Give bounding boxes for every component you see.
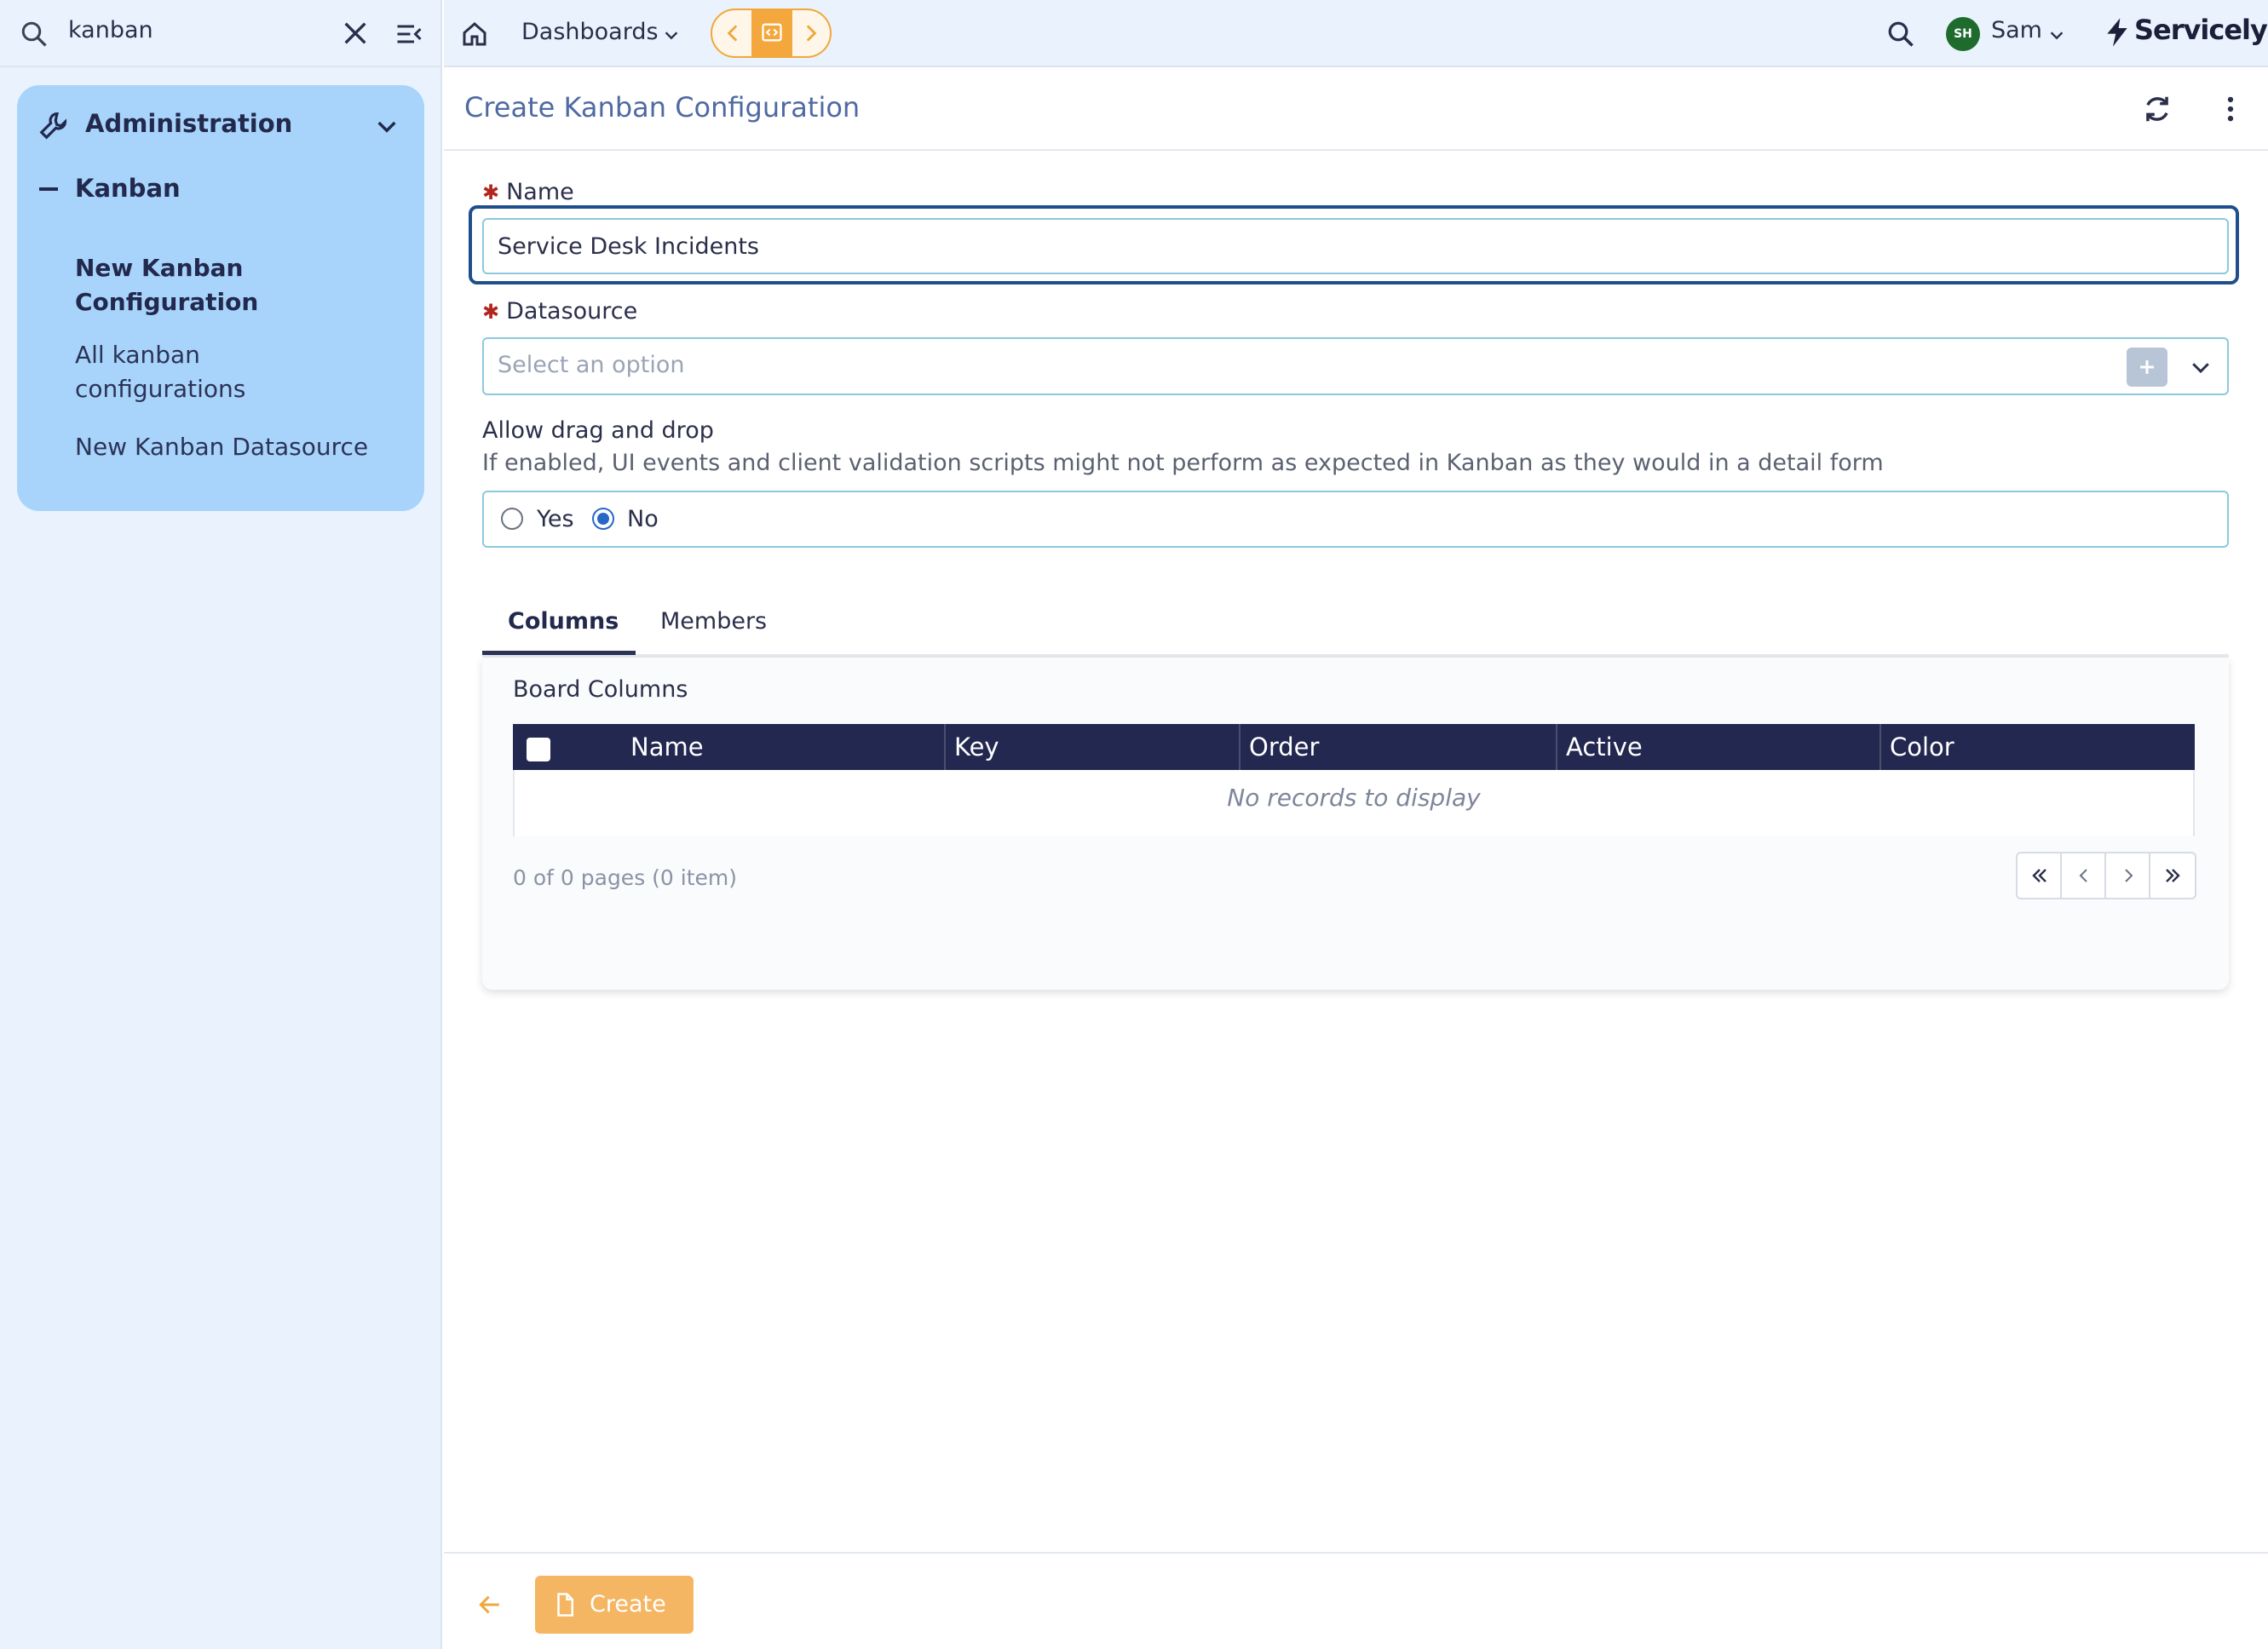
form-footer: Create <box>444 1552 2268 1649</box>
chevrons-left-icon <box>2032 869 2046 882</box>
sidebar-item-label: Configuration <box>75 288 259 316</box>
board-columns-table: Name Key Order Active Color No records t… <box>513 724 2195 836</box>
datasource-label: ✱ Datasource <box>482 298 637 325</box>
dashboards-menu[interactable]: Dashboards <box>521 19 659 45</box>
required-icon: ✱ <box>482 300 500 324</box>
chevron-right-icon <box>806 25 817 42</box>
dnd-yes-label[interactable]: Yes <box>537 506 574 532</box>
pager-info: 0 of 0 pages (0 item) <box>513 865 738 890</box>
chevron-left-icon <box>2079 869 2087 882</box>
column-header-name[interactable]: Name <box>513 724 946 770</box>
collapse-menu-icon[interactable] <box>394 19 424 49</box>
nav-card: Administration Kanban New Kanban Configu… <box>17 85 424 511</box>
chevron-right-icon <box>2125 869 2133 882</box>
chevron-down-icon[interactable] <box>2188 354 2213 380</box>
prev-page-button[interactable] <box>2062 853 2106 898</box>
arrow-left-icon[interactable] <box>476 1591 504 1618</box>
sidebar-item-label: All kanban <box>75 341 200 369</box>
clear-search-icon[interactable] <box>341 19 370 48</box>
columns-panel: Board Columns Name Key Order Active Colo… <box>482 658 2229 990</box>
brand-logo: Servicely <box>2134 14 2268 46</box>
column-header-color[interactable]: Color <box>1881 724 2195 770</box>
create-button-label: Create <box>590 1591 666 1617</box>
top-bar: Dashboards SH Sam Servicely <box>444 0 2268 67</box>
search-icon[interactable] <box>1885 19 1916 49</box>
table-header: Name Key Order Active Color <box>513 724 2195 770</box>
next-page-button[interactable] <box>2106 853 2150 898</box>
refresh-icon[interactable] <box>2141 93 2173 125</box>
chevron-down-icon[interactable] <box>662 26 681 44</box>
chevron-left-icon <box>727 25 738 42</box>
pager <box>2016 852 2196 899</box>
page-title: Create Kanban Configuration <box>464 91 861 124</box>
name-label-text: Name <box>506 179 574 205</box>
nav-group-kanban[interactable]: Kanban <box>75 174 181 203</box>
sidebar-item-label: New Kanban <box>75 254 244 282</box>
chevrons-right-icon <box>2166 869 2180 882</box>
first-page-button[interactable] <box>2018 853 2062 898</box>
datasource-label-text: Datasource <box>506 298 638 325</box>
dnd-no-label[interactable]: No <box>627 506 659 532</box>
sidebar-item-all-kanban-configurations[interactable]: All kanban configurations <box>75 338 399 406</box>
sidebar-item-new-kanban-configuration[interactable]: New Kanban Configuration <box>75 251 399 319</box>
chevron-down-icon[interactable] <box>373 112 400 140</box>
dnd-help-text: If enabled, UI events and client validat… <box>482 450 1884 476</box>
servicely-logo-icon <box>2107 18 2127 47</box>
more-vertical-icon[interactable] <box>2214 93 2247 125</box>
chevron-down-icon[interactable] <box>2047 26 2066 44</box>
datasource-select[interactable]: Select an option <box>482 337 2229 395</box>
sidebar-item-label: configurations <box>75 375 246 403</box>
document-icon <box>557 1593 573 1617</box>
name-field[interactable] <box>482 218 2229 274</box>
name-label: ✱ Name <box>482 179 574 205</box>
dnd-yes-radio[interactable] <box>501 508 523 530</box>
required-icon: ✱ <box>482 181 500 204</box>
history-nav <box>711 9 832 58</box>
code-window-icon <box>762 23 782 42</box>
create-button[interactable]: Create <box>535 1576 694 1634</box>
empty-state-text: No records to display <box>1227 784 1481 812</box>
tab-columns[interactable]: Columns <box>508 608 619 635</box>
dnd-label: Allow drag and drop <box>482 417 714 444</box>
home-icon[interactable] <box>459 19 490 49</box>
search-icon <box>21 21 47 47</box>
table-body: No records to display <box>513 770 2195 836</box>
datasource-placeholder: Select an option <box>498 352 685 378</box>
collapse-dash-icon[interactable] <box>39 187 58 191</box>
column-header-label: Name <box>630 733 704 761</box>
history-back-button[interactable] <box>714 10 751 56</box>
column-header-order[interactable]: Order <box>1240 724 1557 770</box>
tab-members[interactable]: Members <box>660 608 767 635</box>
select-all-checkbox[interactable] <box>527 738 550 761</box>
user-menu[interactable]: Sam <box>1991 17 2042 43</box>
board-columns-title: Board Columns <box>513 676 688 703</box>
add-datasource-button[interactable] <box>2127 348 2167 387</box>
page-header: Create Kanban Configuration <box>444 69 2268 151</box>
wrench-icon <box>39 112 67 140</box>
sidebar-item-label: New Kanban Datasource <box>75 433 369 461</box>
tab-bar: Columns Members <box>482 605 2229 658</box>
last-page-button[interactable] <box>2150 853 2195 898</box>
dnd-no-radio[interactable] <box>592 508 614 530</box>
plus-icon <box>2140 360 2154 374</box>
sidebar-search-input[interactable]: kanban <box>68 17 153 43</box>
history-forward-button[interactable] <box>792 10 830 56</box>
sidebar-search: kanban <box>0 0 442 67</box>
sidebar: kanban Administration Kanban New Kanban … <box>0 0 442 1649</box>
column-header-key[interactable]: Key <box>946 724 1240 770</box>
avatar[interactable]: SH <box>1946 17 1980 51</box>
dnd-radio-group: Yes No <box>482 491 2229 548</box>
history-list-button[interactable] <box>751 10 792 56</box>
nav-section-administration[interactable]: Administration <box>85 109 292 138</box>
column-header-active[interactable]: Active <box>1557 724 1881 770</box>
sidebar-item-new-kanban-datasource[interactable]: New Kanban Datasource <box>75 430 399 464</box>
active-tab-indicator <box>482 651 636 655</box>
